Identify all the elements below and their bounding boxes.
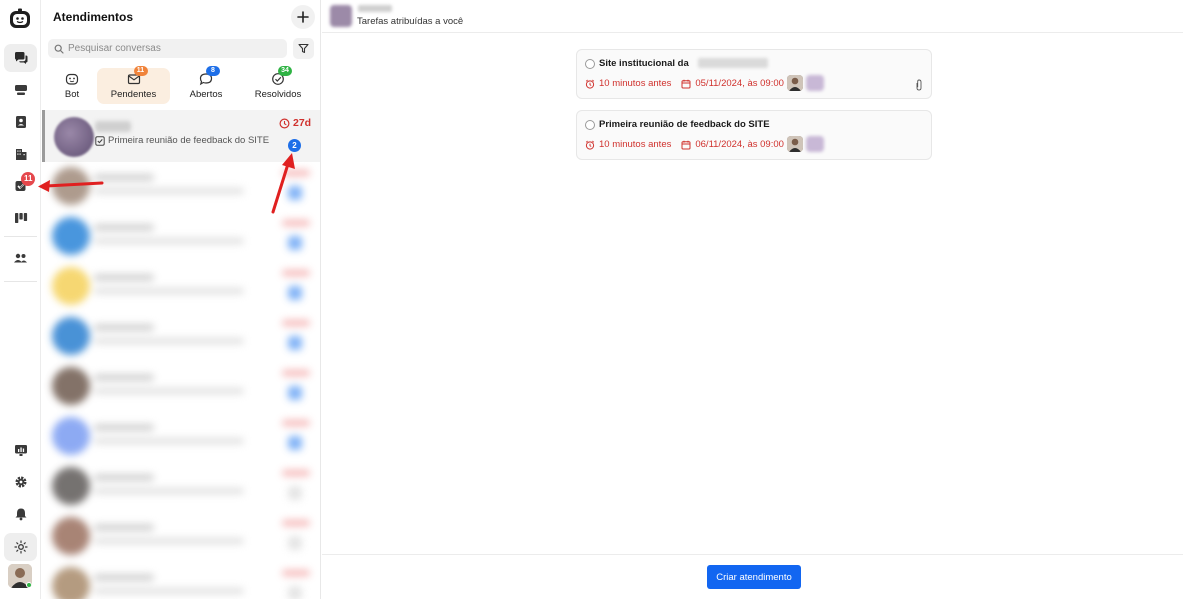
task-due-date: 05/11/2024, às 09:00 (695, 78, 784, 89)
monitor-chart-icon (14, 445, 27, 456)
tab-badge-abertos: 8 (206, 66, 220, 76)
nav-team-button[interactable] (4, 244, 37, 272)
preview-text: Primeira reunião de feedback do SITE (108, 135, 270, 146)
contact-avatar (330, 5, 352, 27)
user-avatar[interactable] (8, 564, 32, 588)
conversation-time: 27d (279, 117, 311, 129)
tab-pendentes[interactable]: 11 Pendentes (97, 66, 170, 104)
create-ticket-button[interactable]: Criar atendimento (707, 565, 801, 589)
plus-icon (297, 11, 309, 23)
nav-reports-button[interactable] (4, 436, 37, 464)
task-complete-radio[interactable] (585, 120, 595, 130)
assignee-redacted (806, 136, 824, 152)
task-due-date: 06/11/2024, às 09:00 (695, 139, 784, 150)
chat-bubbles-icon (14, 52, 27, 64)
tab-resolvidos[interactable]: 34 Resolvidos (250, 66, 306, 104)
tab-bot[interactable]: Bot (52, 68, 92, 104)
tab-label: Bot (64, 89, 80, 100)
task-reminder: 10 minutos antes (599, 78, 672, 89)
bell-icon (15, 508, 26, 521)
nav-inbox-button[interactable] (4, 76, 37, 104)
nav-companies-button[interactable] (4, 140, 37, 168)
nav-contacts-button[interactable] (4, 108, 37, 136)
list-item[interactable] (42, 312, 320, 362)
conversation-preview: Primeira reunião de feedback do SITE (95, 135, 269, 146)
page-subtitle: Tarefas atribuídas a você (357, 16, 464, 27)
list-item[interactable] (42, 262, 320, 312)
rail-divider (4, 281, 37, 282)
list-item[interactable] (42, 562, 320, 599)
tab-badge-pendentes: 11 (133, 66, 148, 76)
calendar-icon (681, 140, 691, 149)
filter-button[interactable] (293, 38, 314, 59)
nav-kanban-button[interactable] (4, 204, 37, 232)
bot-icon (65, 73, 79, 85)
task-reminder: 10 minutos antes (599, 139, 672, 150)
gear-icon (15, 476, 26, 488)
paperclip-icon[interactable] (915, 79, 923, 91)
kanban-board-icon (14, 213, 27, 223)
nav-conversations-button[interactable] (4, 44, 37, 72)
search-input[interactable] (68, 43, 278, 54)
filter-icon (298, 43, 309, 54)
tab-label: Abertos (189, 89, 223, 100)
main-footer: Criar atendimento (322, 554, 1183, 599)
conversation-list-redacted (42, 162, 320, 599)
search-icon (54, 44, 64, 54)
tab-abertos[interactable]: 8 Abertos (180, 66, 232, 104)
task-checkbox-icon (95, 135, 105, 146)
nav-notifications-button[interactable] (4, 500, 37, 528)
list-item[interactable] (42, 412, 320, 462)
online-status-dot (26, 582, 32, 588)
calendar-icon (681, 79, 691, 88)
alarm-icon (585, 79, 595, 89)
alarm-icon (585, 140, 595, 150)
tab-label: Pendentes (110, 89, 157, 100)
list-item[interactable] (42, 362, 320, 412)
task-title-redacted (698, 58, 768, 68)
assignee-avatar (787, 136, 803, 152)
clock-icon (279, 117, 290, 129)
list-item[interactable] (42, 212, 320, 262)
main-header: Tarefas atribuídas a você (322, 0, 1183, 33)
time-text: 27d (293, 117, 312, 129)
task-card[interactable]: Primeira reunião de feedback do SITE 10 … (576, 110, 932, 160)
task-meta: 10 minutos antes 05/11/2024, às 09:00 (585, 78, 784, 89)
list-item[interactable] (42, 162, 320, 212)
status-tabs: Bot 11 Pendentes 8 Abertos 34 Resolvidos (42, 66, 320, 106)
contact-name-redacted (358, 5, 392, 12)
task-title: Site institucional da (599, 58, 689, 69)
inbox-tray-icon (14, 85, 27, 95)
app-sidebar: 11 (0, 0, 41, 599)
task-title: Primeira reunião de feedback do SITE (599, 119, 770, 130)
rail-divider (4, 236, 37, 237)
tab-badge-resolvidos: 34 (278, 66, 292, 76)
sun-icon (13, 540, 28, 554)
search-bar (48, 39, 287, 58)
unread-count-badge: 2 (288, 139, 301, 152)
list-item[interactable] (42, 512, 320, 562)
conversations-panel: Atendimentos Bot (42, 0, 321, 599)
new-conversation-button[interactable] (291, 5, 315, 29)
building-icon (15, 149, 26, 160)
list-item[interactable] (42, 462, 320, 512)
contact-avatar (54, 117, 94, 157)
assignee-redacted (806, 75, 824, 91)
theme-toggle-button[interactable] (4, 533, 37, 561)
nav-settings-button[interactable] (4, 468, 37, 496)
conversation-item-active[interactable]: Primeira reunião de feedback do SITE 27d… (42, 110, 320, 162)
team-icon (14, 253, 27, 263)
panel-title: Atendimentos (53, 10, 134, 24)
task-meta: 10 minutos antes 06/11/2024, às 09:00 (585, 139, 784, 150)
assignee-avatar (787, 75, 803, 91)
task-card[interactable]: Site institucional da 10 minutos antes 0… (576, 49, 932, 99)
contact-name-redacted (95, 121, 131, 132)
tab-label: Resolvidos (254, 89, 302, 100)
app-logo-icon[interactable] (9, 8, 31, 30)
main-content: Tarefas atribuídas a você Site instituci… (322, 0, 1183, 599)
task-complete-radio[interactable] (585, 59, 595, 69)
contact-book-icon (15, 116, 26, 128)
